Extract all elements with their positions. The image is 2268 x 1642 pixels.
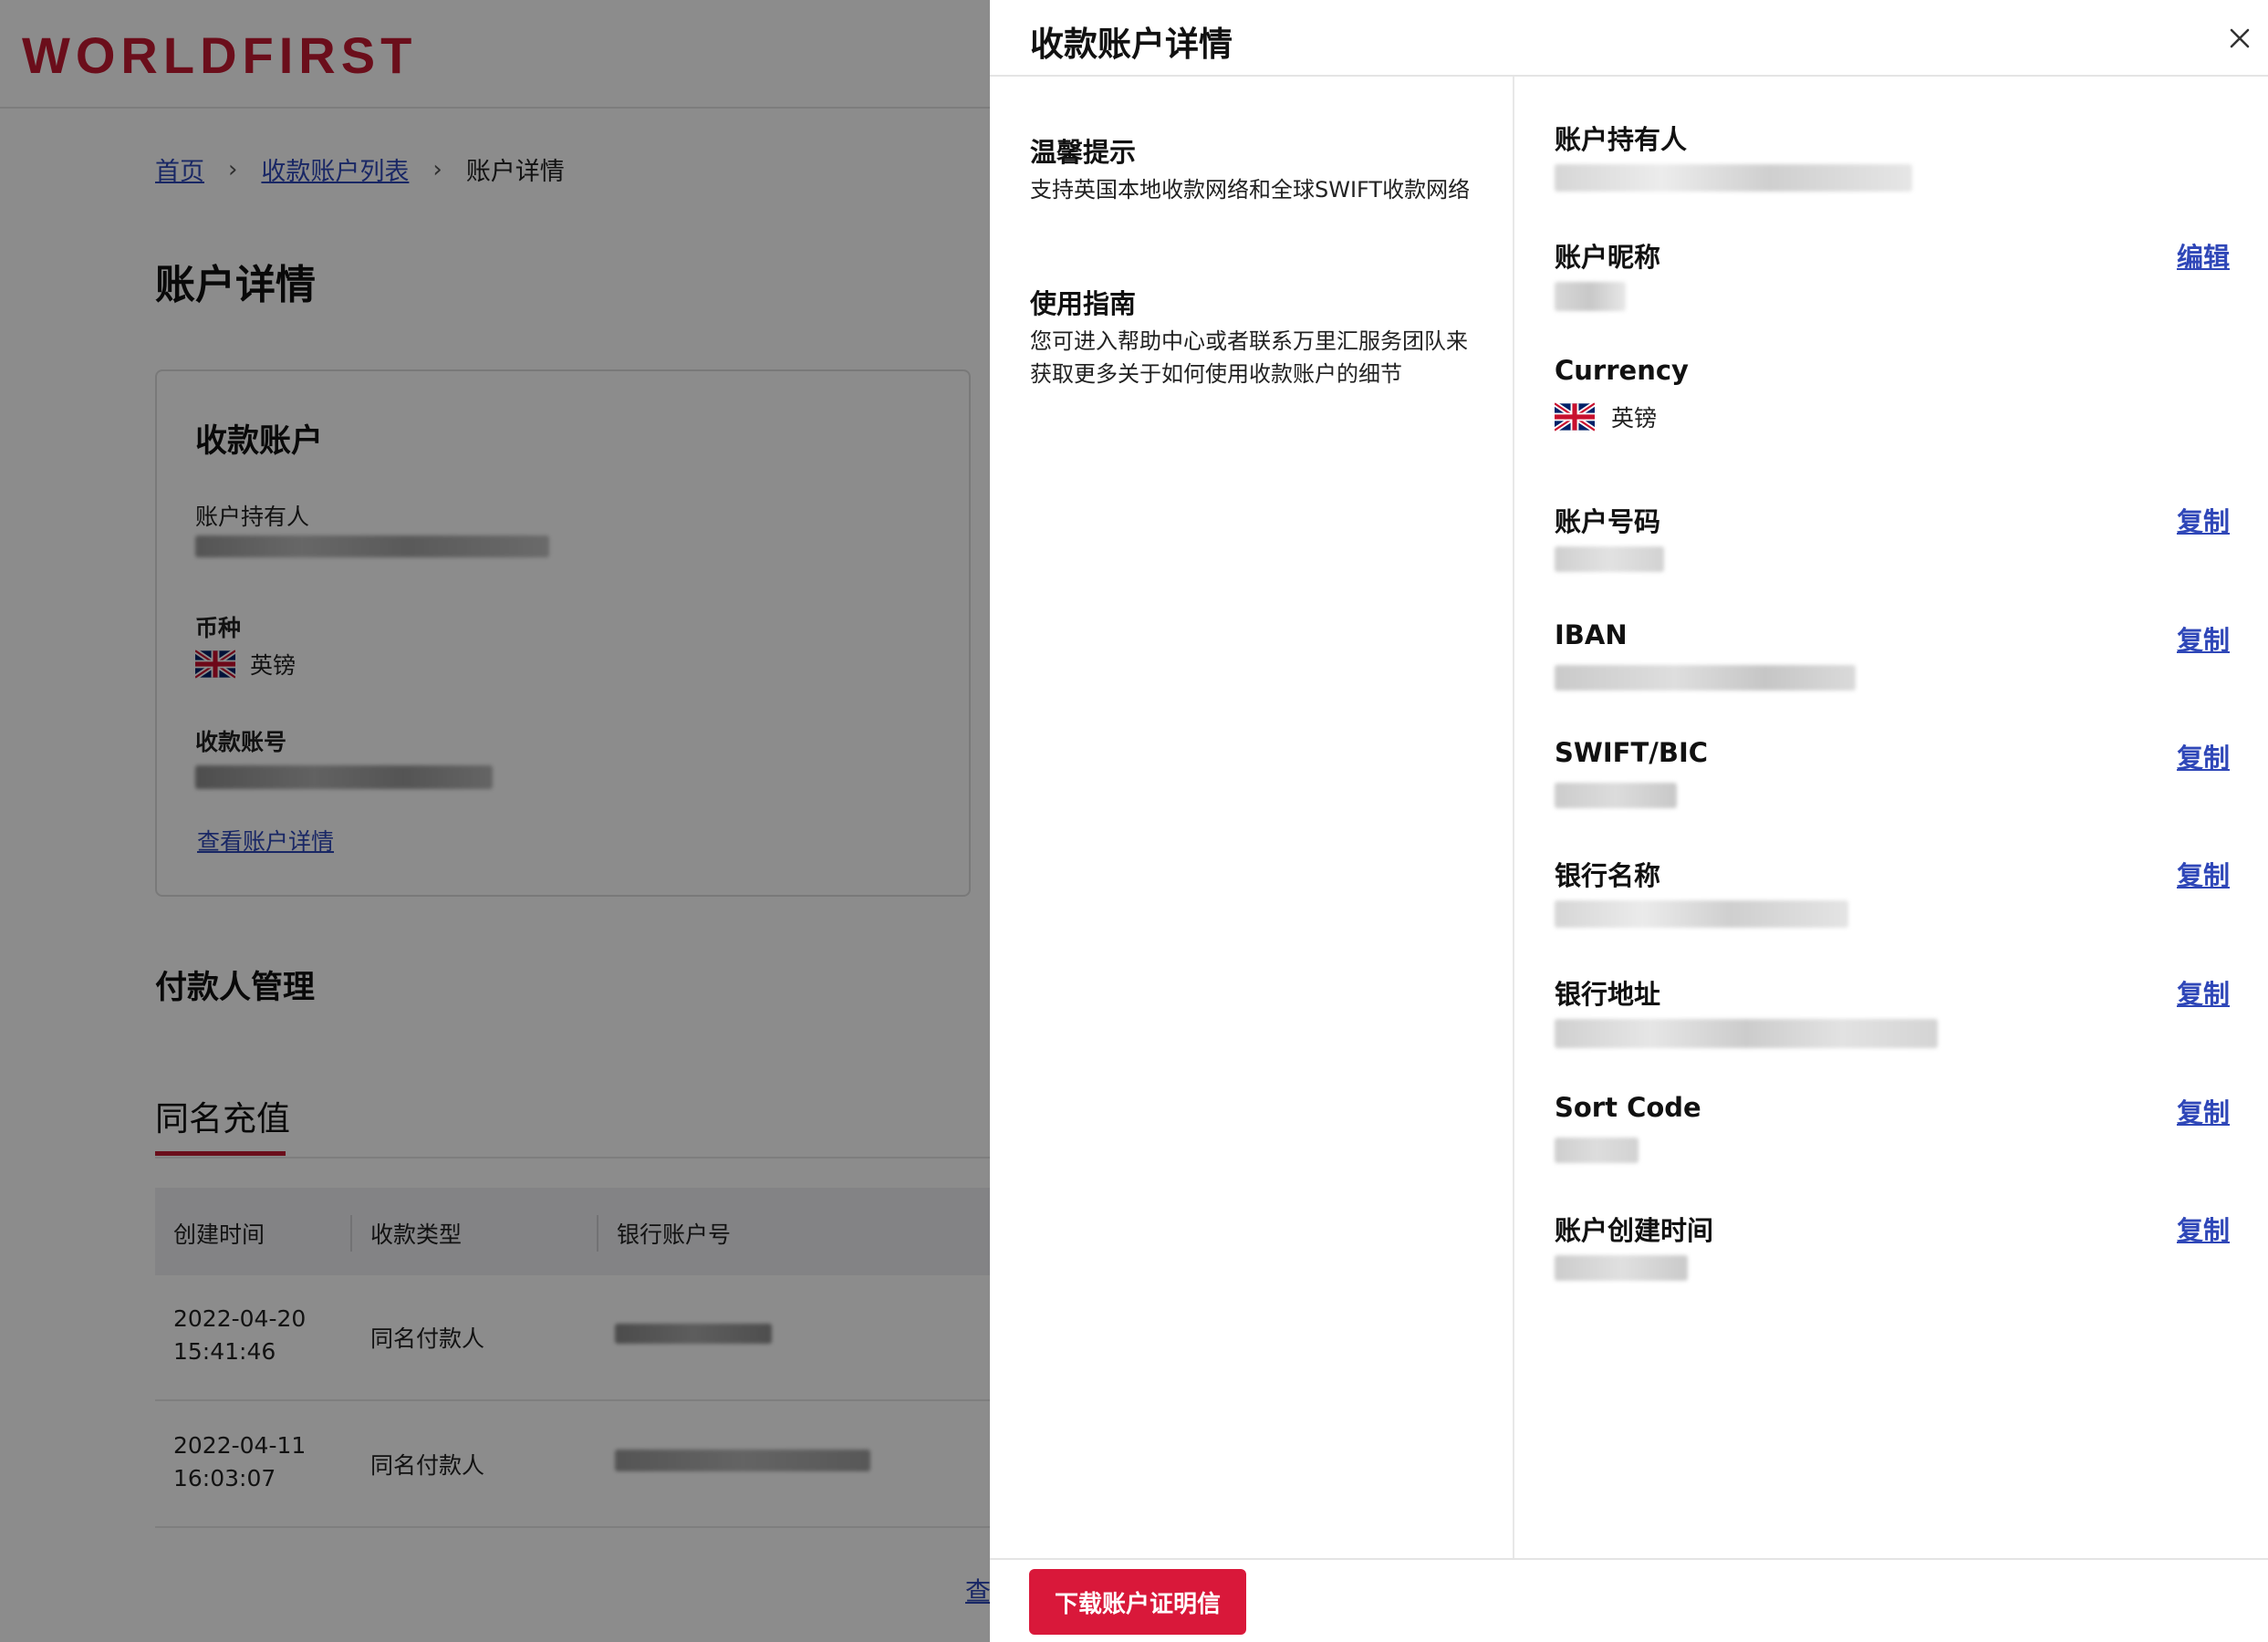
field-value-redacted [1555,1019,1938,1048]
field-label: Sort Code [1555,1092,1701,1123]
field-value-redacted [1555,546,1664,572]
field-account-holder: 账户持有人 [1555,119,2230,210]
copy-button[interactable]: 复制 [2177,973,2230,1012]
modal-backdrop[interactable] [0,0,990,1642]
field-label: Currency [1555,355,1689,386]
tip-title: 温馨提示 [1030,137,1137,168]
field-label: 账户昵称 [1555,242,1661,273]
field-iban: IBAN 复制 [1555,619,2230,711]
drawer-tips-panel: 温馨提示 支持英国本地收款网络和全球SWIFT收款网络 使用指南 您可进入帮助中… [990,77,1514,1560]
close-icon[interactable] [2221,20,2258,57]
uk-flag-icon [1555,402,1595,431]
currency-value: 英镑 [1555,400,1657,433]
drawer-title: 收款账户详情 [1030,25,1233,64]
field-swift-bic: SWIFT/BIC 复制 [1555,737,2230,828]
field-label: SWIFT/BIC [1555,737,1709,768]
field-value-redacted [1555,783,1677,808]
tip-text: 支持英国本地收款网络和全球SWIFT收款网络 [1030,177,1471,203]
guide-text: 您可进入帮助中心或者联系万里汇服务团队来获取更多关于如何使用收款账户的细节 [1030,328,1468,387]
field-value-redacted [1555,900,1848,928]
field-label: 账户号码 [1555,506,1661,537]
copy-button[interactable]: 复制 [2177,855,2230,893]
drawer-footer: 下载账户证明信 [990,1558,2268,1642]
field-label: IBAN [1555,619,1628,650]
currency-text: 英镑 [1611,405,1658,431]
field-currency: Currency 英镑 [1555,355,2230,446]
field-label: 银行地址 [1555,979,1661,1010]
field-value-redacted [1555,164,1912,192]
guide-title: 使用指南 [1030,288,1137,319]
edit-nickname-button[interactable]: 编辑 [2177,236,2230,275]
field-label: 银行名称 [1555,860,1661,891]
download-account-certificate-button[interactable]: 下载账户证明信 [1029,1569,1246,1635]
copy-button[interactable]: 复制 [2177,1092,2230,1130]
field-value-redacted [1555,282,1626,311]
field-label: 账户创建时间 [1555,1215,1714,1246]
field-value-redacted [1555,1138,1639,1163]
field-value-redacted [1555,1255,1688,1281]
field-label: 账户持有人 [1555,124,1688,155]
field-account-number: 账户号码 复制 [1555,501,2230,592]
field-value-redacted [1555,665,1856,691]
copy-button[interactable]: 复制 [2177,501,2230,539]
field-account-nickname: 账户昵称 编辑 [1555,236,2230,327]
copy-button[interactable]: 复制 [2177,619,2230,658]
field-sort-code: Sort Code 复制 [1555,1092,2230,1183]
copy-button[interactable]: 复制 [2177,737,2230,775]
field-bank-name: 银行名称 复制 [1555,855,2230,946]
page: WORLDFIRST 首页 › 收款账户列表 › 账户详情 账户详情 收款账户 … [0,0,2268,1642]
drawer-fields-panel: 账户持有人 账户昵称 编辑 Currency 英镑 账户号码 复制 IBAN 复… [1514,77,2268,1560]
drawer-header: 收款账户详情 [990,0,2268,77]
field-account-created-time: 账户创建时间 复制 [1555,1210,2230,1301]
field-bank-address: 银行地址 复制 [1555,973,2230,1065]
account-details-drawer: 收款账户详情 温馨提示 支持英国本地收款网络和全球SWIFT收款网络 使用指南 … [990,0,2268,1642]
copy-button[interactable]: 复制 [2177,1210,2230,1248]
